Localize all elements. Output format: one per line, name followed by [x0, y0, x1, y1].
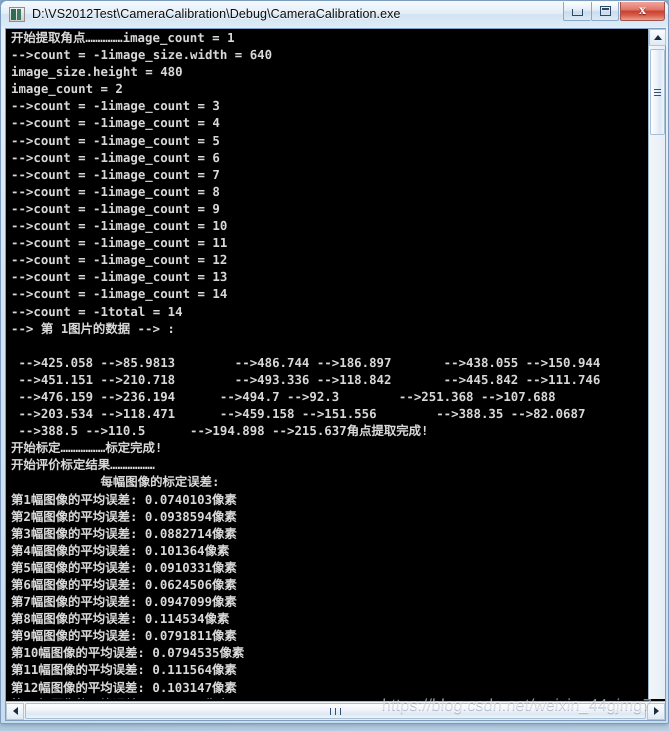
close-icon: x	[639, 3, 646, 18]
console-line: -->count = -1image_count = 3	[11, 98, 220, 114]
caption-button-group: x	[563, 1, 665, 27]
desktop-background: D:\VS2012Test\CameraCalibration\Debug\Ca…	[0, 0, 669, 731]
console-line: 第10幅图像的平均误差: 0.0794535像素	[11, 645, 245, 661]
console-line: -->count = -1image_count = 11	[11, 235, 228, 251]
console-output: 开始提取角点……………image_count = 1 -->count = -1i…	[11, 29, 639, 699]
window-title: D:\VS2012Test\CameraCalibration\Debug\Ca…	[32, 7, 401, 21]
console-line: 第3幅图像的平均误差: 0.0882714像素	[11, 525, 237, 541]
console-line: 第11幅图像的平均误差: 0.111564像素	[11, 662, 237, 678]
console-window: D:\VS2012Test\CameraCalibration\Debug\Ca…	[0, 0, 669, 724]
console-line: -->count = -1image_count = 5	[11, 132, 220, 148]
console-line: -->count = -1image_count = 13	[11, 269, 228, 285]
console-line: 第4幅图像的平均误差: 0.101364像素	[11, 542, 230, 558]
console-line: 第13幅图像的平均误差: 0.12965像素	[11, 696, 639, 699]
console-line: -->count = -1image_count = 8	[11, 183, 220, 199]
console-line: -->count = -1image_count = 6	[11, 149, 220, 165]
console-line: -->count = -1image_count = 9	[11, 200, 220, 216]
console-line: 第2幅图像的平均误差: 0.0938594像素	[11, 508, 237, 524]
minimize-button[interactable]	[563, 2, 591, 21]
console-line: -->451.151 -->210.718 -->493.336 -->118.…	[11, 371, 601, 387]
console-line: -->476.159 -->236.194 -->494.7 -->92.3 -…	[11, 388, 556, 404]
console-line: 开始提取角点……………image_count = 1	[11, 30, 235, 45]
console-line: image_size.height = 480	[11, 64, 183, 80]
console-line: 第6幅图像的平均误差: 0.0624506像素	[11, 577, 237, 592]
console-line: -->count = -1image_size.width = 640	[11, 47, 273, 63]
console-client-area: 开始提取角点……………image_count = 1 -->count = -1i…	[5, 28, 666, 721]
console-line: --> 第 1图片的数据 --> :	[11, 320, 175, 336]
scrollbar-grip-icon	[328, 707, 343, 715]
console-line: 第7幅图像的平均误差: 0.0947099像素	[11, 594, 237, 610]
console-line: -->388.5 -->110.5 -->194.898 -->215.637角…	[11, 423, 429, 439]
minimize-icon	[572, 8, 583, 16]
console-line: 第8幅图像的平均误差: 0.114534像素	[11, 611, 230, 627]
console-app-icon	[9, 6, 25, 22]
scroll-left-button[interactable]	[6, 702, 24, 720]
scroll-right-button[interactable]	[647, 702, 665, 720]
vertical-scrollbar[interactable]	[648, 29, 666, 699]
horizontal-scrollbar-thumb[interactable]	[25, 703, 646, 719]
console-line: 第12幅图像的平均误差: 0.103147像素	[11, 679, 237, 695]
scroll-up-arrow-icon	[653, 35, 662, 40]
scrollbar-grip-icon	[654, 87, 661, 98]
maximize-icon	[599, 6, 611, 16]
maximize-button[interactable]	[591, 2, 619, 21]
scroll-up-button[interactable]	[649, 29, 666, 46]
console-line: 第5幅图像的平均误差: 0.0910331像素	[11, 559, 237, 575]
console-line: -->count = -1image_count = 14	[11, 286, 228, 302]
title-bar[interactable]: D:\VS2012Test\CameraCalibration\Debug\Ca…	[1, 1, 668, 27]
console-line: 开始标定………………标定完成!	[11, 440, 163, 456]
console-line: -->count = -1image_count = 10	[11, 218, 228, 234]
console-line: 开始评价标定结果………………	[11, 457, 155, 473]
console-line: -->203.534 -->118.471 -->459.158 -->151.…	[11, 406, 586, 422]
close-button[interactable]: x	[620, 2, 665, 21]
scroll-left-arrow-icon	[12, 707, 18, 715]
console-line: -->count = -1image_count = 7	[11, 166, 220, 182]
console-line: -->425.058 -->85.9813 -->486.744 -->186.…	[11, 354, 601, 370]
console-line: -->count = -1total = 14	[11, 303, 183, 319]
console-line: 第1幅图像的平均误差: 0.0740103像素	[11, 491, 237, 507]
console-line: -->count = -1image_count = 12	[11, 252, 228, 268]
console-line: 每幅图像的标定误差:	[11, 474, 220, 490]
horizontal-scrollbar[interactable]	[6, 701, 665, 720]
scroll-right-arrow-icon	[653, 707, 659, 715]
console-line: -->count = -1image_count = 4	[11, 115, 220, 131]
vertical-scrollbar-thumb[interactable]	[650, 49, 665, 135]
console-line: image_count = 2	[11, 81, 123, 97]
console-line: 第9幅图像的平均误差: 0.0791811像素	[11, 628, 237, 644]
